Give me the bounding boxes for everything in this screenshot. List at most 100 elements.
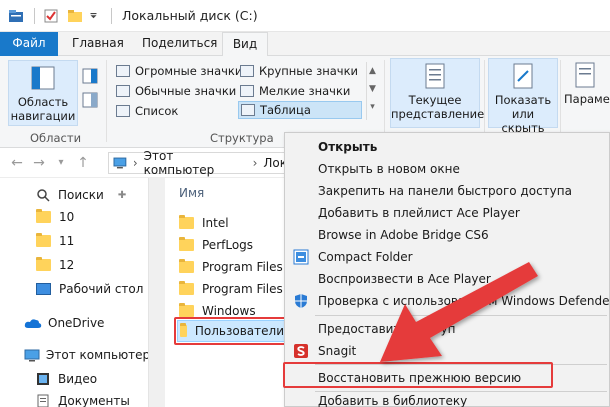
nav-item-11[interactable]: 11 [36, 230, 74, 252]
customize-quick-access-icon[interactable] [89, 8, 101, 24]
show-hide-button[interactable]: Показать или скрыть [488, 58, 558, 135]
back-icon[interactable]: ← [6, 155, 28, 171]
computer-icon [113, 157, 127, 169]
options-label: Парамет [564, 92, 610, 106]
menu-item-snagit-row[interactable]: Snagit [285, 340, 610, 362]
nav-item-this-pc[interactable]: Этот компьютер [24, 344, 150, 366]
medium-icons-icon [116, 85, 130, 97]
new-folder-icon[interactable] [67, 8, 83, 24]
menu-item-defender-row[interactable]: Проверка с использованием Windows Defend… [285, 290, 610, 312]
layout-item-label: Обычные значки [135, 84, 237, 98]
file-row-perflogs[interactable]: PerfLogs [179, 234, 253, 256]
file-name: PerfLogs [202, 238, 254, 252]
forward-icon[interactable]: → [28, 155, 50, 171]
file-row-program-files[interactable]: Program Files [179, 256, 283, 278]
tab-view[interactable]: Вид [222, 32, 268, 57]
menu-item-give-access[interactable]: Предоставить доступ [285, 318, 610, 340]
layout-item-label: Огромные значки [135, 64, 243, 78]
folder-icon [36, 233, 51, 247]
details-icon [241, 104, 255, 116]
tab-share[interactable]: Поделиться [132, 32, 227, 56]
layout-details[interactable]: Таблица [238, 101, 362, 119]
layout-large-icons[interactable]: Крупные значки [240, 62, 358, 80]
layout-gallery-scroll[interactable]: ▲ ▼ ▾ [366, 62, 378, 120]
nav-item-videos[interactable]: Видео [36, 368, 97, 390]
layout-item-label: Мелкие значки [259, 84, 351, 98]
nav-item-onedrive[interactable]: OneDrive [24, 312, 104, 334]
nav-item-documents[interactable]: Документы [36, 390, 130, 407]
breadcrumb-chevron-icon[interactable]: › [253, 156, 258, 170]
menu-separator [315, 315, 607, 316]
onedrive-cloud-icon [24, 319, 42, 328]
file-name: Intel [202, 216, 229, 230]
computer-icon [24, 349, 40, 361]
tab-file[interactable]: Файл [0, 32, 58, 56]
group-separator [560, 60, 561, 142]
small-icons-icon [240, 85, 254, 97]
group-separator [106, 60, 107, 142]
nav-item-desktop[interactable]: Рабочий стол [36, 278, 143, 300]
current-view-label-2: представление [391, 107, 485, 121]
layout-item-label: Таблица [260, 103, 311, 117]
file-name: Windows [202, 304, 256, 318]
up-icon[interactable]: ↑ [72, 155, 94, 171]
pin-icon[interactable]: ✚ [118, 190, 126, 201]
video-icon [37, 373, 49, 385]
layout-list[interactable]: Список [116, 102, 178, 120]
recent-locations-icon[interactable]: ▾ [50, 157, 72, 168]
layout-item-label: Список [135, 104, 179, 118]
menu-item-compact-folder-row[interactable]: Compact Folder [285, 246, 610, 268]
folder-icon [179, 215, 194, 229]
breadcrumb-chevron-icon[interactable]: › [133, 156, 138, 170]
menu-item-ace-play[interactable]: Воспроизвести в Ace Player [285, 268, 610, 290]
column-header-name[interactable]: Имя [179, 186, 204, 200]
address-bar[interactable]: › Этот компьютер › Лок [108, 149, 288, 177]
explorer-icon [9, 9, 23, 22]
layout-small-icons[interactable]: Мелкие значки [240, 82, 350, 100]
toolbar-separator [34, 7, 35, 24]
nav-item-12[interactable]: 12 [36, 254, 74, 276]
menu-item-pin-quick-access[interactable]: Закрепить на панели быстрого доступа [285, 180, 610, 202]
highlight-box-restore [283, 362, 553, 388]
group-separator [484, 60, 485, 142]
toolbar-separator [111, 7, 112, 24]
menu-item-open-new-window[interactable]: Открыть в новом окне [285, 158, 610, 180]
window-title: Локальный диск (C:) [122, 8, 258, 23]
navigation-pane-label-2: навигации [10, 109, 76, 123]
file-row-intel[interactable]: Intel [179, 212, 229, 234]
nav-item-searches[interactable]: Поиски ✚ [36, 184, 126, 206]
extra-large-icons-icon [116, 65, 130, 77]
menu-item-open[interactable]: Открыть [285, 136, 610, 158]
folder-icon [36, 209, 51, 223]
menu-item-compact-folder: Compact Folder [318, 250, 413, 264]
properties-icon[interactable] [43, 8, 59, 24]
ribbon-tabs: Файл Главная Поделиться Вид [0, 32, 610, 57]
layout-extra-large-icons[interactable]: Огромные значки [116, 62, 242, 80]
navigation-pane-button[interactable]: Область навигации [8, 60, 78, 126]
nav-item-10[interactable]: 10 [36, 206, 74, 228]
breadcrumb-this-pc[interactable]: Этот компьютер [144, 149, 247, 177]
options-button[interactable]: Парамет [564, 58, 610, 128]
file-row-program-files-x86[interactable]: Program Files (x [179, 278, 298, 300]
file-name: Program Files [202, 260, 283, 274]
menu-item-add-to-library[interactable]: Добавить в библиотеку [285, 390, 610, 407]
menu-item-adobe-bridge[interactable]: Browse in Adobe Bridge CS6 [285, 224, 610, 246]
title-bar: Локальный диск (C:) [0, 0, 610, 32]
menu-item-defender: Проверка с использованием Windows Defend… [318, 294, 610, 308]
nav-item-label: Этот компьютер [46, 348, 151, 362]
current-view-button[interactable]: Текущее представление [390, 58, 485, 128]
details-pane-icon[interactable] [82, 92, 98, 108]
search-icon [37, 189, 50, 202]
navigation-pane-scrollbar[interactable] [148, 178, 165, 407]
menu-item-ace-playlist[interactable]: Добавить в плейлист Ace Player [285, 202, 610, 224]
folder-icon [179, 303, 194, 317]
nav-item-label: Поиски [58, 188, 104, 202]
layout-medium-icons[interactable]: Обычные значки [116, 82, 236, 100]
nav-item-label: 10 [59, 210, 75, 224]
preview-pane-icon[interactable] [82, 68, 98, 84]
layout-item-label: Крупные значки [259, 64, 359, 78]
current-view-label: Текущее [408, 93, 462, 107]
sort-by-icon [425, 63, 445, 89]
tab-home[interactable]: Главная [62, 32, 134, 56]
group-label-layout: Структура [210, 131, 274, 145]
